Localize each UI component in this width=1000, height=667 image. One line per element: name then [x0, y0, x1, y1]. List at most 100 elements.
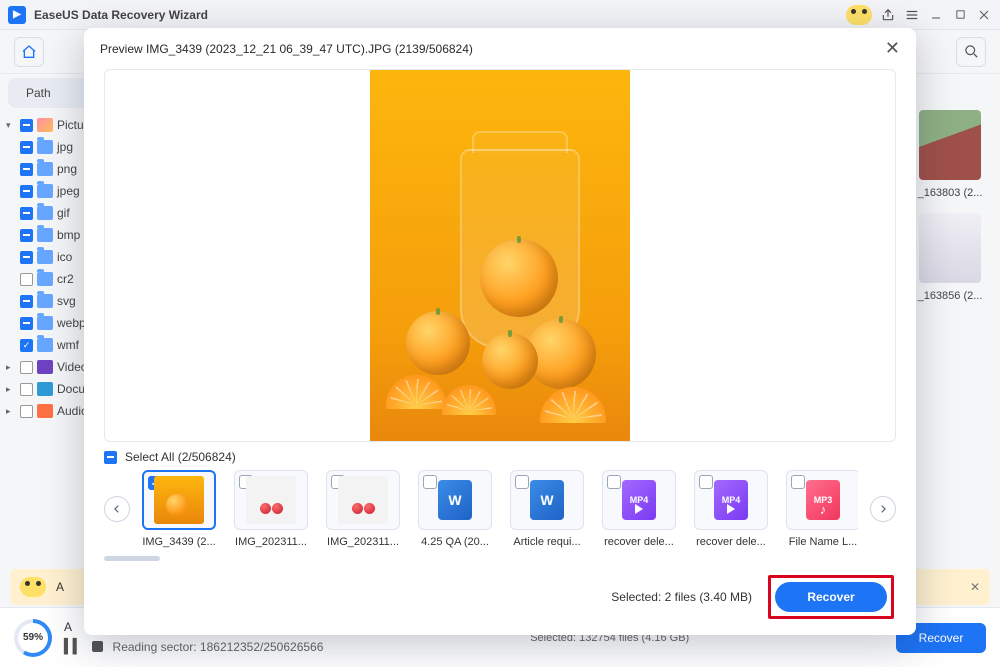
strip-next-button[interactable]	[870, 496, 896, 522]
modal-title: Preview IMG_3439 (2023_12_21 06_39_47 UT…	[100, 42, 473, 56]
mascot-icon	[846, 5, 872, 25]
tree-label: bmp	[57, 228, 80, 242]
thumbnail-checkbox[interactable]	[515, 475, 529, 489]
tree-label: png	[57, 162, 77, 176]
select-all-row[interactable]: Select All (2/506824)	[104, 450, 896, 464]
mp3-file-icon: MP3	[806, 480, 840, 520]
checkbox[interactable]	[20, 119, 33, 132]
folder-icon	[37, 272, 53, 286]
strip-scrollbar[interactable]	[104, 556, 160, 561]
thumbnail-card[interactable]: IMG_3439 (2...	[142, 470, 216, 548]
thumbnail-card[interactable]: MP4recover dele...	[694, 470, 768, 548]
thumbnail-checkbox[interactable]	[791, 475, 805, 489]
progress-ring: 59%	[14, 619, 52, 657]
checkbox[interactable]	[20, 383, 33, 396]
checkbox[interactable]	[20, 273, 33, 286]
folder-icon	[37, 162, 53, 176]
thumbnail-checkbox[interactable]	[607, 475, 621, 489]
thumbnail-box: MP3	[786, 470, 858, 530]
thumb-card[interactable]: _163856 (2...	[910, 213, 990, 302]
menu-icon[interactable]	[904, 7, 920, 23]
select-all-label: Select All (2/506824)	[125, 450, 236, 464]
thumbnail-card[interactable]: IMG_202311...	[326, 470, 400, 548]
modal-footer: Selected: 2 files (3.40 MB) Recover	[84, 567, 916, 635]
home-button[interactable]	[14, 37, 44, 67]
thumbnail-card[interactable]: MP3 File Name L...	[786, 470, 858, 548]
checkbox[interactable]	[20, 339, 33, 352]
folder-icon	[37, 184, 53, 198]
search-button[interactable]	[956, 37, 986, 67]
tree-label: cr2	[57, 272, 74, 286]
folder-icon	[37, 316, 53, 330]
checkbox[interactable]	[20, 295, 33, 308]
folder-icon	[37, 250, 53, 264]
thumbnail-label: IMG_202311...	[326, 536, 400, 548]
thumbnail-box	[234, 470, 308, 530]
modal-header: Preview IMG_3439 (2023_12_21 06_39_47 UT…	[84, 28, 916, 69]
thumbnail-checkbox[interactable]	[423, 475, 437, 489]
tree-label: gif	[57, 206, 70, 220]
recover-button[interactable]: Recover	[775, 582, 887, 612]
folder-icon	[37, 338, 53, 352]
folder-icon	[37, 140, 53, 154]
thumbnail-box: MP4	[694, 470, 768, 530]
checkbox[interactable]	[20, 185, 33, 198]
close-icon[interactable]: ✕	[885, 38, 900, 59]
tree-label: jpeg	[57, 184, 80, 198]
thumbnail-box	[142, 470, 216, 530]
checkbox[interactable]	[20, 207, 33, 220]
thumbnail-card[interactable]: MP4 recover dele...	[602, 470, 676, 548]
maximize-icon[interactable]	[952, 7, 968, 23]
thumbnail-image	[338, 476, 388, 524]
title-close-icon[interactable]	[976, 7, 992, 23]
thumbnail-label: recover dele...	[602, 536, 676, 548]
checkbox[interactable]	[20, 229, 33, 242]
checkbox[interactable]	[20, 163, 33, 176]
checkbox[interactable]	[20, 317, 33, 330]
w-file-icon: W	[530, 480, 564, 520]
select-all-checkbox[interactable]	[104, 451, 117, 464]
assistant-close-icon[interactable]: ✕	[970, 580, 980, 594]
minimize-icon[interactable]	[928, 7, 944, 23]
thumb-caption: _163856 (2...	[910, 290, 990, 302]
thumbnail-box: MP4	[602, 470, 676, 530]
thumb-image	[919, 213, 981, 283]
strip-prev-button[interactable]	[104, 496, 130, 522]
checkbox[interactable]	[20, 405, 33, 418]
mp4-file-icon: MP4	[622, 480, 656, 520]
thumbnail-label: 4.25 QA (20...	[418, 536, 492, 548]
checkbox[interactable]	[20, 141, 33, 154]
preview-image	[370, 69, 630, 442]
app-title: EaseUS Data Recovery Wizard	[34, 8, 208, 22]
audio-icon	[37, 404, 53, 418]
documents-icon	[37, 382, 53, 396]
stop-button[interactable]	[92, 641, 103, 652]
thumbnail-card[interactable]: W 4.25 QA (20...	[418, 470, 492, 548]
thumbnail-image	[246, 476, 296, 524]
thumbnail-card[interactable]: IMG_202311...	[234, 470, 308, 548]
checkbox[interactable]	[20, 251, 33, 264]
assistant-label: A	[56, 580, 64, 594]
thumbnail-label: File Name L...	[786, 536, 858, 548]
videos-icon	[37, 360, 53, 374]
folder-icon	[37, 294, 53, 308]
mascot-icon	[20, 577, 46, 597]
tree-label: webp	[57, 316, 86, 330]
share-icon[interactable]	[880, 7, 896, 23]
w-file-icon: W	[438, 480, 472, 520]
thumb-image	[919, 110, 981, 180]
tree-label: jpg	[57, 140, 73, 154]
progress-percent: 59%	[18, 623, 48, 653]
thumbnail-label: IMG_202311...	[234, 536, 308, 548]
thumbnail-card[interactable]: WArticle requi...	[510, 470, 584, 548]
checkbox[interactable]	[20, 361, 33, 374]
thumbnail-box: W	[418, 470, 492, 530]
thumbnail-checkbox[interactable]	[699, 475, 713, 489]
thumb-caption: _163803 (2...	[910, 187, 990, 199]
pause-button[interactable]: ▍▍	[64, 638, 82, 655]
tree-label: svg	[57, 294, 76, 308]
folder-icon	[37, 206, 53, 220]
thumb-card[interactable]: _163803 (2...	[910, 110, 990, 199]
chevron-right-icon: ▸	[6, 406, 16, 417]
thumbnail-label: IMG_3439 (2...	[142, 536, 216, 548]
